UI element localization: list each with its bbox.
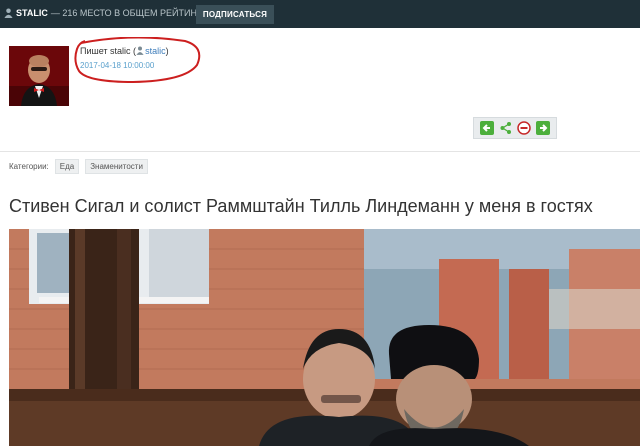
blog-owner-name[interactable]: STALIC bbox=[16, 8, 48, 18]
author-link[interactable]: stalic bbox=[136, 46, 166, 56]
user-icon bbox=[136, 46, 144, 55]
categories-label: Категории: bbox=[9, 161, 49, 171]
author-link-text[interactable]: stalic bbox=[145, 46, 166, 56]
divider bbox=[0, 151, 640, 152]
arrow-left-icon[interactable] bbox=[480, 121, 495, 135]
arrow-right-icon[interactable] bbox=[535, 121, 550, 135]
author-avatar[interactable] bbox=[9, 46, 69, 106]
post-title[interactable]: Стивен Сигал и солист Раммштайн Тилль Ли… bbox=[9, 196, 593, 217]
author-suffix: ) bbox=[165, 46, 169, 56]
share-icon[interactable] bbox=[499, 121, 513, 135]
no-entry-icon[interactable] bbox=[517, 121, 531, 135]
photo-image bbox=[9, 229, 640, 446]
post-time[interactable]: 10:00:00 bbox=[123, 61, 154, 70]
post-date[interactable]: 2017-04-18 bbox=[80, 61, 121, 70]
blog-owner[interactable]: STALIC — 216 МЕСТО В ОБЩЕМ РЕЙТИНГЕ bbox=[4, 8, 208, 18]
author-line: Пишет stalic ( stalic) bbox=[80, 46, 169, 56]
rank-text: — 216 МЕСТО В ОБЩЕМ РЕЙТИНГЕ bbox=[50, 8, 208, 18]
share-toolbar bbox=[473, 117, 557, 139]
subscribe-button[interactable]: ПОДПИСАТЬСЯ bbox=[196, 5, 274, 24]
author-prefix: Пишет stalic ( bbox=[80, 46, 137, 56]
post-photo bbox=[9, 229, 640, 446]
avatar-image bbox=[9, 46, 69, 106]
top-bar: STALIC — 216 МЕСТО В ОБЩЕМ РЕЙТИНГЕ ПОДП… bbox=[0, 0, 640, 28]
categories: Категории: Еда Знаменитости bbox=[9, 158, 148, 174]
category-tag[interactable]: Еда bbox=[54, 158, 80, 174]
post-datetime[interactable]: 2017-04-18 10:00:00 bbox=[80, 61, 154, 70]
user-icon bbox=[4, 8, 13, 18]
category-tag[interactable]: Знаменитости bbox=[85, 158, 148, 174]
